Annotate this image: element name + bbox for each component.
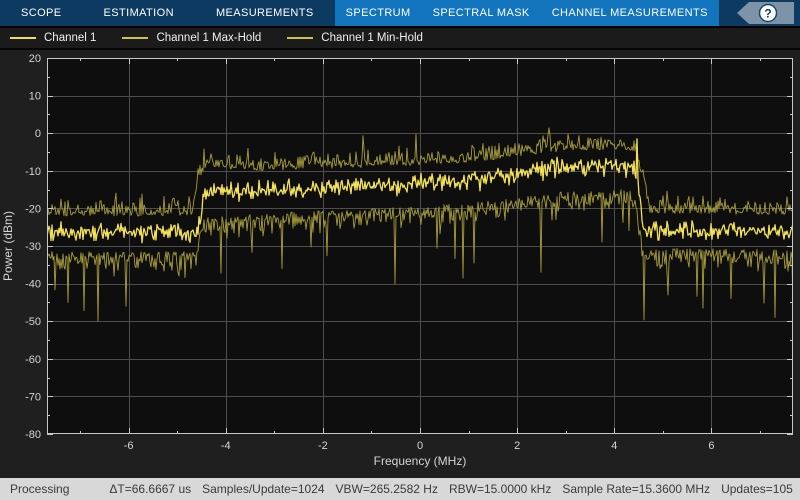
legend: Channel 1 Channel 1 Max-Hold Channel 1 Min…	[0, 28, 800, 50]
svg-text:4: 4	[611, 440, 617, 452]
status-bar: Processing ΔT=66.6667 us Samples/Update=1…	[0, 478, 800, 500]
svg-text:-6: -6	[124, 440, 134, 452]
status-field: Updates=105	[721, 482, 793, 496]
legend-swatch	[122, 37, 149, 39]
plot-panel: -6 -4 -2 0 2 4 6 20 10 0 -10 -20 -30 -40 -50 -60 -70 -80 F…	[0, 50, 800, 478]
svg-text:-50: -50	[25, 316, 41, 328]
help-wrap: ?	[736, 0, 800, 26]
svg-text:-30: -30	[25, 241, 41, 253]
svg-text:0: 0	[35, 128, 41, 140]
legend-swatch	[287, 37, 314, 39]
legend-item-channel-1-max-hold[interactable]: Channel 1 Max-Hold	[122, 32, 261, 44]
status-field: VBW=265.2582 Hz	[335, 482, 438, 496]
svg-text:-70: -70	[25, 391, 41, 403]
status-field: RBW=15.0000 kHz	[448, 482, 552, 496]
legend-label: Channel 1	[44, 32, 97, 44]
tab-scope[interactable]: SCOPE	[0, 0, 83, 26]
tabs-left: SCOPE ESTIMATION MEASUREMENTS	[0, 0, 335, 26]
svg-text:0: 0	[417, 440, 423, 452]
status-field: ΔT=66.6667 us	[109, 482, 192, 496]
tab-bar: SCOPE ESTIMATION MEASUREMENTS SPECTRUM SPEC…	[0, 0, 800, 28]
svg-text:-20: -20	[25, 203, 41, 215]
svg-text:-4: -4	[221, 440, 231, 452]
help-button[interactable]: ?	[736, 1, 794, 25]
svg-text:-60: -60	[25, 354, 41, 366]
tab-spectral-mask[interactable]: SPECTRAL MASK	[422, 0, 541, 26]
svg-text:20: 20	[29, 53, 41, 65]
legend-label: Channel 1 Min-Hold	[321, 32, 423, 44]
svg-text:-80: -80	[25, 429, 41, 441]
svg-text:-10: -10	[25, 166, 41, 178]
tab-measurements[interactable]: MEASUREMENTS	[195, 0, 335, 26]
legend-swatch	[10, 37, 36, 39]
svg-text:-2: -2	[318, 440, 328, 452]
spectrum-analyzer-window: SCOPE ESTIMATION MEASUREMENTS SPECTRUM SPEC…	[0, 0, 800, 500]
svg-text:10: 10	[29, 91, 41, 103]
svg-text:6: 6	[708, 440, 714, 452]
status-state: Processing	[10, 482, 70, 496]
tab-estimation[interactable]: ESTIMATION	[83, 0, 195, 26]
tabbar-spacer	[719, 0, 736, 26]
tab-channel-measurements[interactable]: CHANNEL MEASUREMENTS	[541, 0, 719, 26]
legend-label: Channel 1 Max-Hold	[156, 32, 262, 44]
y-axis-label: Power (dBm)	[1, 211, 15, 281]
status-field: Samples/Update=1024	[202, 482, 325, 496]
svg-text:-40: -40	[25, 279, 41, 291]
tab-spectrum[interactable]: SPECTRUM	[335, 0, 422, 26]
spectrum-chart: -6 -4 -2 0 2 4 620100-10-20-30-40-50-60-70-80F…	[1, 53, 793, 468]
help-icon: ?	[764, 7, 771, 21]
legend-item-channel-1-min-hold[interactable]: Channel 1 Min-Hold	[287, 32, 423, 44]
tabs-highlight-group: SPECTRUM SPECTRAL MASK CHANNEL MEASUREMENT…	[334, 0, 719, 26]
status-fields: ΔT=66.6667 us Samples/Update=1024 VBW=265.…	[109, 482, 800, 496]
x-axis-label: Frequency (MHz)	[374, 454, 467, 468]
legend-item-channel-1[interactable]: Channel 1	[10, 32, 96, 44]
status-field: Sample Rate=15.3600 MHz	[562, 482, 711, 496]
svg-text:2: 2	[514, 440, 520, 452]
